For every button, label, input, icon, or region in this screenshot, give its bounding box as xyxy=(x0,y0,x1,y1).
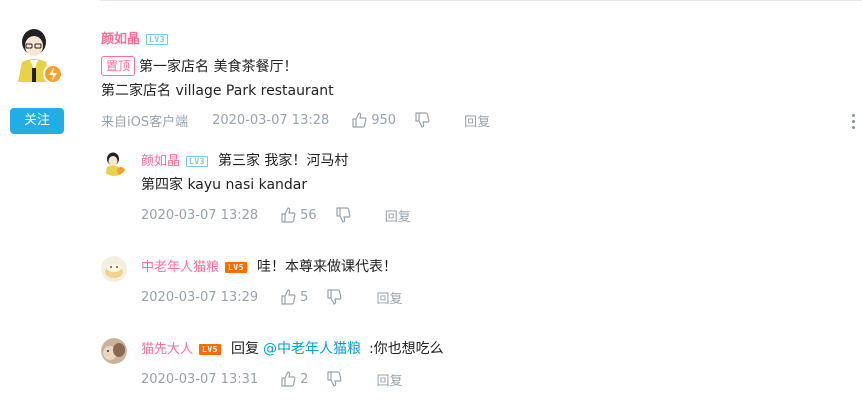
more-options-icon[interactable] xyxy=(850,114,856,132)
main-comment-text: 置顶 第一家店名 美食茶餐厅！ 第二家店名 village Park restau… xyxy=(101,55,862,103)
reply-button[interactable]: 回复 xyxy=(376,370,402,389)
timestamp: 2020-03-07 13:29 xyxy=(141,289,259,305)
reply-avatar[interactable] xyxy=(101,256,127,282)
reply-username[interactable]: 颜如晶 xyxy=(141,154,180,169)
mention-link[interactable]: @中老年人猫粮 xyxy=(263,341,361,357)
dislike-button[interactable] xyxy=(414,112,434,128)
like-count: 5 xyxy=(300,289,309,305)
reply-content-line2: 第四家 kayu nasi kandar xyxy=(141,177,308,193)
thumbs-up-icon xyxy=(281,371,296,387)
reply-content: :你也想吃么 xyxy=(368,341,444,357)
thumbs-up-icon xyxy=(352,112,367,128)
top-divider xyxy=(100,0,862,1)
reply-header: 猫先大人 LV5 回复 @中老年人猫粮 :你也想吃么 xyxy=(141,338,444,361)
like-count: 950 xyxy=(371,112,397,128)
timestamp: 2020-03-07 13:28 xyxy=(212,112,330,128)
thumbs-down-icon xyxy=(336,207,351,223)
reply-content: 哇！本尊来做课代表！ xyxy=(256,259,397,275)
main-line1: 第一家店名 美食茶餐厅！ xyxy=(139,59,298,75)
pin-badge: 置顶 xyxy=(101,56,136,76)
like-button[interactable]: 5 xyxy=(280,289,308,305)
reply-avatar[interactable] xyxy=(101,150,127,176)
reply-header: 颜如晶 LV3 第三家 我家！河马村 xyxy=(141,150,348,173)
main-meta: 来自iOS客户端 2020-03-07 13:28 950 回复 xyxy=(101,109,862,131)
level-badge: LV5 xyxy=(199,344,221,355)
reply-button[interactable]: 回复 xyxy=(385,206,411,225)
reply-meta: 2020-03-07 13:29 5 回复 xyxy=(141,286,402,308)
timestamp: 2020-03-07 13:31 xyxy=(141,371,259,387)
dislike-button[interactable] xyxy=(326,371,346,387)
reply-prefix: 回复 xyxy=(230,341,259,357)
level-badge: LV3 xyxy=(186,156,208,167)
source-label[interactable]: 来自iOS客户端 xyxy=(101,111,188,130)
reply-header: 中老年人猫粮 LV5 哇！本尊来做课代表！ xyxy=(141,256,397,279)
level-badge: LV3 xyxy=(146,34,168,45)
reply-button[interactable]: 回复 xyxy=(376,288,402,307)
reply-username[interactable]: 中老年人猫粮 xyxy=(141,260,219,275)
main-username[interactable]: 颜如晶 xyxy=(101,32,140,47)
main-comment-header: 颜如晶 LV3 xyxy=(101,28,862,47)
main-avatar[interactable] xyxy=(12,24,64,86)
like-count: 56 xyxy=(300,207,317,223)
main-comment: 颜如晶 LV3 置顶 第一家店名 美食茶餐厅！ 第二家店名 village Park… xyxy=(101,28,862,131)
follow-button[interactable]: 关注 xyxy=(10,108,64,134)
thumbs-up-icon xyxy=(281,207,296,223)
like-button[interactable]: 2 xyxy=(280,371,308,387)
thumbs-up-icon xyxy=(281,289,296,305)
reply-content: 第三家 我家！河马村 xyxy=(217,153,349,169)
reply-avatar[interactable] xyxy=(101,338,127,364)
thumbs-down-icon xyxy=(415,112,430,128)
reply-meta: 2020-03-07 13:31 2 回复 xyxy=(141,368,402,390)
thumbs-down-icon xyxy=(327,289,342,305)
reply-username[interactable]: 猫先大人 xyxy=(141,342,193,357)
reply-button[interactable]: 回复 xyxy=(464,111,490,130)
level-badge: LV5 xyxy=(225,262,247,273)
dislike-button[interactable] xyxy=(326,289,346,305)
like-button[interactable]: 56 xyxy=(280,207,317,223)
dislike-button[interactable] xyxy=(335,207,355,223)
reply-item: 猫先大人 LV5 回复 @中老年人猫粮:你也想吃么 2020-03-07 13:31 … xyxy=(101,338,701,394)
main-line2: 第二家店名 village Park restaurant xyxy=(101,83,334,99)
like-button[interactable]: 950 xyxy=(351,112,396,128)
reply-meta: 2020-03-07 13:28 56 回复 xyxy=(141,204,411,226)
reply-item: 中老年人猫粮 LV5 哇！本尊来做课代表！ 2020-03-07 13:29 5 回… xyxy=(101,256,701,312)
thumbs-down-icon xyxy=(327,371,342,387)
like-count: 2 xyxy=(300,371,309,387)
timestamp: 2020-03-07 13:28 xyxy=(141,207,259,223)
reply-item: 颜如晶 LV3 第三家 我家！河马村 第四家 kayu nasi kandar 20… xyxy=(101,150,701,230)
